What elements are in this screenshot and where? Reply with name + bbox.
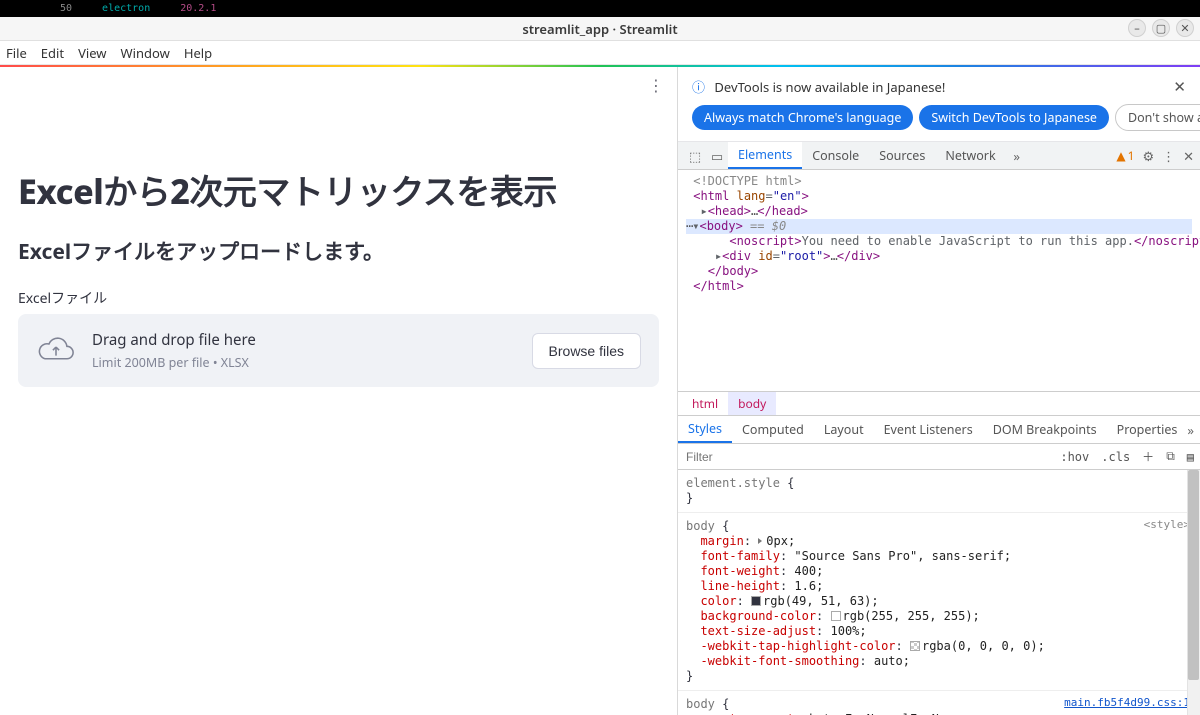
devtools-tabstrip: ⬚ ▭ Elements Console Sources Network » ▲… <box>678 142 1200 170</box>
device-toolbar-icon[interactable]: ▭ <box>706 142 728 169</box>
tab-event-listeners[interactable]: Event Listeners <box>874 416 983 443</box>
scrollbar-thumb[interactable] <box>1188 470 1199 680</box>
devtools-locale-banner: ⓘ DevTools is now available in Japanese!… <box>678 67 1200 142</box>
flex-overlay-icon[interactable]: ⧉ <box>1160 449 1181 464</box>
page-subtitle: Excelファイルをアップロードします。 <box>18 236 659 266</box>
menu-file[interactable]: File <box>6 44 27 62</box>
hov-toggle[interactable]: :hov <box>1054 450 1095 464</box>
window-title: streamlit_app · Streamlit <box>522 20 677 38</box>
menu-help[interactable]: Help <box>184 44 212 62</box>
tty-remnant-bar: 50 electron 20.2.1 <box>0 0 1200 17</box>
window-titlebar: streamlit_app · Streamlit – ▢ ✕ <box>0 17 1200 41</box>
info-icon: ⓘ <box>692 78 705 96</box>
tab-console[interactable]: Console <box>802 142 869 169</box>
dropzone-text: Drag and drop file here <box>92 330 516 350</box>
crumb-body[interactable]: body <box>728 392 776 415</box>
dom-selected-row[interactable]: ⋯▾<body> == $0 <box>686 219 1192 234</box>
styles-tabstrip: Styles Computed Layout Event Listeners D… <box>678 416 1200 444</box>
browse-files-button[interactable]: Browse files <box>532 333 641 369</box>
page-title: Excelから2次元マトリックスを表示 <box>18 165 659 214</box>
tty-col: 50 <box>60 3 72 14</box>
menu-view[interactable]: View <box>78 44 106 62</box>
chip-switch-japanese[interactable]: Switch DevTools to Japanese <box>919 105 1109 130</box>
cls-toggle[interactable]: .cls <box>1095 450 1136 464</box>
tab-styles[interactable]: Styles <box>678 416 732 443</box>
devtools-close-icon[interactable]: ✕ <box>1183 147 1194 165</box>
warning-icon: ▲ <box>1116 147 1125 164</box>
tab-computed[interactable]: Computed <box>732 416 814 443</box>
cloud-upload-icon <box>36 331 76 371</box>
styles-scrollbar[interactable] <box>1187 470 1200 715</box>
more-vert-icon[interactable]: ⋮ <box>1162 147 1175 165</box>
tty-proc: electron <box>102 3 150 14</box>
menu-edit[interactable]: Edit <box>41 44 64 62</box>
banner-close-icon[interactable]: ✕ <box>1173 77 1186 97</box>
styles-pane[interactable]: element.style { } <style> body { margin:… <box>678 470 1200 715</box>
tabs-overflow-icon[interactable]: » <box>1006 142 1028 169</box>
chip-match-chrome[interactable]: Always match Chrome's language <box>692 105 913 130</box>
window-minimize-button[interactable]: – <box>1128 19 1146 37</box>
styles-filter-input[interactable] <box>678 450 1054 464</box>
computed-sidebar-icon[interactable]: ▤ <box>1181 450 1200 464</box>
new-style-rule-icon[interactable]: ＋ <box>1136 448 1160 465</box>
styles-tabs-overflow-icon[interactable]: » <box>1187 421 1194 439</box>
banner-message: DevTools is now available in Japanese! <box>714 78 945 96</box>
tab-sources[interactable]: Sources <box>869 142 935 169</box>
file-dropzone[interactable]: Drag and drop file here Limit 200MB per … <box>18 314 659 387</box>
devtools-panel: ⓘ DevTools is now available in Japanese!… <box>678 67 1200 715</box>
menu-window[interactable]: Window <box>121 44 170 62</box>
tab-dom-breakpoints[interactable]: DOM Breakpoints <box>983 416 1107 443</box>
dom-tree[interactable]: <!DOCTYPE html> <html lang="en"> ▸<head>… <box>678 170 1200 392</box>
inspect-element-icon[interactable]: ⬚ <box>684 142 706 169</box>
tab-elements[interactable]: Elements <box>728 142 802 169</box>
tty-ver: 20.2.1 <box>180 3 216 14</box>
style-source[interactable]: <style> <box>1144 517 1190 532</box>
tab-layout[interactable]: Layout <box>814 416 874 443</box>
chip-dont-show[interactable]: Don't show again <box>1115 104 1200 131</box>
streamlit-menu-icon[interactable]: ⋮ <box>648 77 663 93</box>
styles-filter-bar: :hov .cls ＋ ⧉ ▤ <box>678 444 1200 470</box>
settings-gear-icon[interactable]: ⚙ <box>1142 147 1154 165</box>
crumb-html[interactable]: html <box>682 392 728 415</box>
tab-properties[interactable]: Properties <box>1107 416 1188 443</box>
file-uploader-label: Excelファイル <box>18 288 659 308</box>
dom-breadcrumb: html body <box>678 392 1200 416</box>
window-close-button[interactable]: ✕ <box>1176 19 1194 37</box>
app-menubar: File Edit View Window Help <box>0 41 1200 65</box>
issues-badge[interactable]: ▲1 <box>1116 147 1134 164</box>
streamlit-viewport: ⋮ Excelから2次元マトリックスを表示 Excelファイルをアップロードしま… <box>0 67 678 715</box>
window-maximize-button[interactable]: ▢ <box>1152 19 1170 37</box>
style-source-link[interactable]: main.fb5f4d99.css:1 <box>1064 695 1190 710</box>
tab-network[interactable]: Network <box>935 142 1005 169</box>
dropzone-limit: Limit 200MB per file • XLSX <box>92 354 516 371</box>
